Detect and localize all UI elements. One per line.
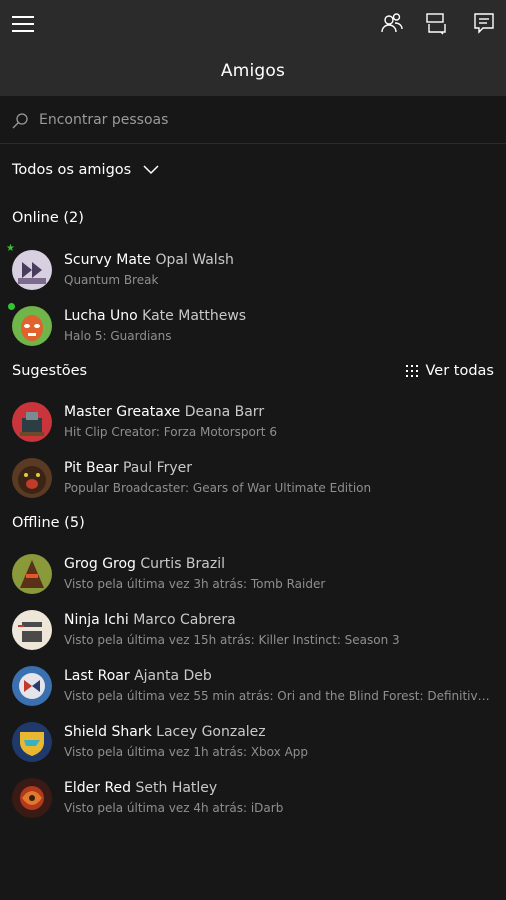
avatar	[12, 722, 52, 762]
avatar	[12, 306, 52, 346]
real-name: Marco Cabrera	[133, 612, 236, 628]
friend-row[interactable]: ★ Scurvy Mate Opal Walsh Quantum Break	[0, 242, 506, 298]
real-name: Seth Hatley	[135, 780, 218, 796]
real-name: Opal Walsh	[155, 252, 234, 268]
activity-text: Visto pela última vez 4h atrás: iDarb	[64, 801, 284, 815]
search-bar	[0, 96, 506, 144]
avatar	[12, 554, 52, 594]
activity-text: Popular Broadcaster: Gears of War Ultima…	[64, 481, 372, 495]
filter-label: Todos os amigos	[12, 162, 132, 178]
chat-icon[interactable]	[424, 11, 448, 35]
friend-names: Lucha Uno Kate Matthews	[64, 308, 246, 324]
friend-names: Elder Red Seth Hatley	[64, 780, 217, 796]
avatar	[12, 778, 52, 818]
activity-text: Halo 5: Guardians	[64, 329, 172, 343]
friend-names: Shield Shark Lacey Gonzalez	[64, 724, 266, 740]
friend-row[interactable]: Last Roar Ajanta Deb Visto pela última v…	[0, 658, 506, 714]
friend-row[interactable]: Elder Red Seth Hatley Visto pela última …	[0, 770, 506, 826]
suggestion-row[interactable]: Pit Bear Paul Fryer Popular Broadcaster:…	[0, 450, 506, 506]
search-icon	[12, 113, 28, 129]
friend-names: Pit Bear Paul Fryer	[64, 460, 192, 476]
real-name: Kate Matthews	[142, 308, 247, 324]
activity-text: Visto pela última vez 1h atrás: Xbox App	[64, 745, 309, 759]
activity-text: Quantum Break	[64, 273, 159, 287]
grid-icon	[405, 365, 418, 377]
hamburger-icon[interactable]	[12, 16, 34, 32]
page-title: Amigos	[220, 61, 286, 81]
friend-row[interactable]: Ninja Ichi Marco Cabrera Visto pela últi…	[0, 602, 506, 658]
activity-text: Visto pela última vez 15h atrás: Killer …	[64, 633, 400, 647]
online-status-dot	[8, 303, 15, 310]
friend-names: Grog Grog Curtis Brazil	[64, 556, 225, 572]
gamertag: Elder Red	[64, 780, 132, 796]
avatar	[12, 610, 52, 650]
suggestion-row[interactable]: Master Greataxe Deana Barr Hit Clip Crea…	[0, 394, 506, 450]
friend-names: Ninja Ichi Marco Cabrera	[64, 612, 236, 628]
gamertag: Grog Grog	[64, 556, 136, 572]
gamertag: Ninja Ichi	[64, 612, 129, 628]
see-all-link[interactable]: Ver todas	[405, 363, 495, 379]
friend-row[interactable]: Shield Shark Lacey Gonzalez Visto pela ú…	[0, 714, 506, 770]
avatar	[12, 402, 52, 442]
gamertag: Scurvy Mate	[64, 252, 151, 268]
suggestions-section-header: Sugestões	[12, 363, 88, 379]
activity-text: Visto pela última vez 55 min atrás: Ori …	[64, 689, 494, 703]
activity-text: Visto pela última vez 3h atrás: Tomb Rai…	[64, 577, 326, 591]
activity-text: Hit Clip Creator: Forza Motorsport 6	[64, 425, 277, 439]
real-name: Ajanta Deb	[134, 668, 212, 684]
friend-names: Last Roar Ajanta Deb	[64, 668, 212, 684]
gamertag: Master Greataxe	[64, 404, 181, 420]
top-bar: Amigos	[0, 0, 506, 96]
search-input[interactable]	[37, 108, 481, 132]
gamertag: Lucha Uno	[64, 308, 138, 324]
gamertag: Pit Bear	[64, 460, 119, 476]
real-name: Curtis Brazil	[140, 556, 226, 572]
friend-row[interactable]: Lucha Uno Kate Matthews Halo 5: Guardian…	[0, 298, 506, 354]
offline-section-header: Offline (5)	[12, 515, 85, 531]
real-name: Deana Barr	[184, 404, 265, 420]
avatar	[12, 250, 52, 290]
gamertag: Last Roar	[64, 668, 130, 684]
friend-names: Master Greataxe Deana Barr	[64, 404, 264, 420]
friend-row[interactable]: Grog Grog Curtis Brazil Visto pela últim…	[0, 546, 506, 602]
chevron-down-icon	[143, 165, 159, 175]
people-icon[interactable]	[380, 11, 404, 35]
gamertag: Shield Shark	[64, 724, 152, 740]
online-section-header: Online (2)	[12, 210, 84, 226]
avatar	[12, 666, 52, 706]
real-name: Paul Fryer	[122, 460, 193, 476]
favorite-star-icon: ★	[6, 243, 15, 254]
avatar	[12, 458, 52, 498]
see-all-label: Ver todas	[425, 363, 495, 379]
real-name: Lacey Gonzalez	[156, 724, 266, 740]
message-icon[interactable]	[472, 11, 496, 35]
friends-filter-dropdown[interactable]: Todos os amigos	[12, 162, 159, 178]
friend-names: Scurvy Mate Opal Walsh	[64, 252, 234, 268]
